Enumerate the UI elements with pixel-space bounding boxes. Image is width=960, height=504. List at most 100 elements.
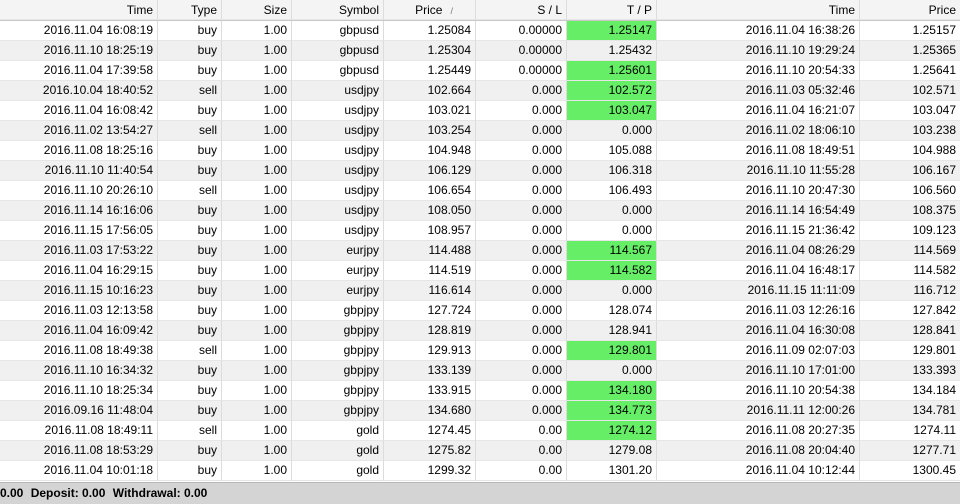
table-row[interactable]: 2016.11.04 16:08:42 buy 1.00 usdjpy 103.021 0…: [0, 101, 960, 121]
cell-open-price: 103.254: [384, 121, 476, 141]
column-header-sl[interactable]: S / L: [476, 0, 567, 20]
cell-open-time: 2016.11.08 18:49:38: [0, 341, 158, 361]
cell-close-price: 116.712: [860, 281, 960, 301]
column-header-size[interactable]: Size: [222, 0, 292, 20]
table-row[interactable]: 2016.11.14 16:16:06 buy 1.00 usdjpy 108.050 0…: [0, 201, 960, 221]
table-row[interactable]: 2016.11.08 18:25:16 buy 1.00 usdjpy 104.948 0…: [0, 141, 960, 161]
table-row[interactable]: 2016.11.04 10:01:18 buy 1.00 gold 1299.32 0.0…: [0, 461, 960, 481]
table-row[interactable]: 2016.11.04 16:09:42 buy 1.00 gbpjpy 128.819 0…: [0, 321, 960, 341]
cell-stop-loss: 0.000: [476, 141, 567, 161]
table-row[interactable]: 2016.11.15 17:56:05 buy 1.00 usdjpy 108.957 0…: [0, 221, 960, 241]
column-header-symbol[interactable]: Symbol: [292, 0, 384, 20]
cell-take-profit: 1.25147: [567, 21, 657, 41]
cell-close-time: 2016.11.03 05:32:46: [657, 81, 860, 101]
cell-close-price: 114.582: [860, 261, 960, 281]
cell-size: 1.00: [222, 441, 292, 461]
cell-stop-loss: 0.00: [476, 461, 567, 481]
cell-open-time: 2016.11.02 13:54:27: [0, 121, 158, 141]
cell-stop-loss: 0.000: [476, 161, 567, 181]
cell-symbol: gbpjpy: [292, 301, 384, 321]
cell-open-price: 102.664: [384, 81, 476, 101]
table-row[interactable]: 2016.11.04 17:39:58 buy 1.00 gbpusd 1.25449 0…: [0, 61, 960, 81]
cell-type: buy: [158, 301, 222, 321]
cell-symbol: eurjpy: [292, 261, 384, 281]
cell-open-time: 2016.09.16 11:48:04: [0, 401, 158, 421]
cell-open-price: 104.948: [384, 141, 476, 161]
cell-size: 1.00: [222, 361, 292, 381]
table-row[interactable]: 2016.10.04 18:40:52 sell 1.00 usdjpy 102.664…: [0, 81, 960, 101]
cell-open-time: 2016.10.04 18:40:52: [0, 81, 158, 101]
cell-take-profit: 128.074: [567, 301, 657, 321]
cell-take-profit: 114.567: [567, 241, 657, 261]
cell-size: 1.00: [222, 301, 292, 321]
column-header-time[interactable]: Time: [0, 0, 158, 20]
table-row[interactable]: 2016.11.10 11:40:54 buy 1.00 usdjpy 106.129 0…: [0, 161, 960, 181]
cell-close-time: 2016.11.09 02:07:03: [657, 341, 860, 361]
cell-open-price: 114.519: [384, 261, 476, 281]
cell-size: 1.00: [222, 41, 292, 61]
column-header-price-label: Price: [415, 3, 443, 17]
cell-open-time: 2016.11.08 18:25:16: [0, 141, 158, 161]
cell-open-time: 2016.11.10 18:25:19: [0, 41, 158, 61]
cell-close-price: 1274.11: [860, 421, 960, 441]
cell-stop-loss: 0.000: [476, 381, 567, 401]
table-row[interactable]: 2016.09.16 11:48:04 buy 1.00 gbpjpy 134.680 0…: [0, 401, 960, 421]
cell-open-time: 2016.11.04 16:09:42: [0, 321, 158, 341]
cell-open-time: 2016.11.08 18:53:29: [0, 441, 158, 461]
table-row[interactable]: 2016.11.10 16:34:32 buy 1.00 gbpjpy 133.139 0…: [0, 361, 960, 381]
table-row[interactable]: 2016.11.04 16:08:19 buy 1.00 gbpusd 1.25084 0…: [0, 21, 960, 41]
cell-stop-loss: 0.000: [476, 201, 567, 221]
cell-stop-loss: 0.00: [476, 421, 567, 441]
cell-close-price: 102.571: [860, 81, 960, 101]
cell-stop-loss: 0.000: [476, 341, 567, 361]
table-row[interactable]: 2016.11.03 12:13:58 buy 1.00 gbpjpy 127.724 0…: [0, 301, 960, 321]
cell-take-profit: 0.000: [567, 121, 657, 141]
cell-close-price: 1.25157: [860, 21, 960, 41]
table-row[interactable]: 2016.11.03 17:53:22 buy 1.00 eurjpy 114.488 0…: [0, 241, 960, 261]
table-row[interactable]: 2016.11.08 18:49:38 sell 1.00 gbpjpy 129.913…: [0, 341, 960, 361]
cell-type: buy: [158, 361, 222, 381]
table-row[interactable]: 2016.11.04 16:29:15 buy 1.00 eurjpy 114.519 0…: [0, 261, 960, 281]
cell-close-time: 2016.11.10 20:54:33: [657, 61, 860, 81]
table-row[interactable]: 2016.11.08 18:49:11 sell 1.00 gold 1274.45 0.…: [0, 421, 960, 441]
table-row[interactable]: 2016.11.10 18:25:34 buy 1.00 gbpjpy 133.915 0…: [0, 381, 960, 401]
cell-type: buy: [158, 161, 222, 181]
cell-symbol: usdjpy: [292, 181, 384, 201]
cell-close-time: 2016.11.10 20:54:38: [657, 381, 860, 401]
cell-take-profit: 106.318: [567, 161, 657, 181]
cell-close-price: 1.25641: [860, 61, 960, 81]
cell-close-time: 2016.11.10 11:55:28: [657, 161, 860, 181]
cell-symbol: gold: [292, 421, 384, 441]
cell-open-price: 116.614: [384, 281, 476, 301]
cell-type: buy: [158, 441, 222, 461]
column-header-close-time[interactable]: Time: [657, 0, 860, 20]
cell-size: 1.00: [222, 61, 292, 81]
cell-size: 1.00: [222, 221, 292, 241]
cell-open-price: 1.25449: [384, 61, 476, 81]
cell-close-price: 127.842: [860, 301, 960, 321]
column-header-price[interactable]: Price /: [384, 0, 476, 20]
column-header-type[interactable]: Type: [158, 0, 222, 20]
cell-open-time: 2016.11.10 20:26:10: [0, 181, 158, 201]
cell-take-profit: 129.801: [567, 341, 657, 361]
column-header-close-price[interactable]: Price: [860, 0, 960, 20]
cell-open-price: 1299.32: [384, 461, 476, 481]
table-row[interactable]: 2016.11.15 10:16:23 buy 1.00 eurjpy 116.614 0…: [0, 281, 960, 301]
table-row[interactable]: 2016.11.02 13:54:27 sell 1.00 usdjpy 103.254…: [0, 121, 960, 141]
cell-open-price: 114.488: [384, 241, 476, 261]
cell-stop-loss: 0.00000: [476, 21, 567, 41]
cell-stop-loss: 0.00000: [476, 61, 567, 81]
cell-size: 1.00: [222, 81, 292, 101]
column-header-tp[interactable]: T / P: [567, 0, 657, 20]
cell-type: buy: [158, 21, 222, 41]
cell-type: buy: [158, 241, 222, 261]
cell-size: 1.00: [222, 161, 292, 181]
cell-size: 1.00: [222, 141, 292, 161]
table-row[interactable]: 2016.11.10 18:25:19 buy 1.00 gbpusd 1.25304 0…: [0, 41, 960, 61]
cell-close-price: 1277.71: [860, 441, 960, 461]
cell-size: 1.00: [222, 281, 292, 301]
table-row[interactable]: 2016.11.08 18:53:29 buy 1.00 gold 1275.82 0.0…: [0, 441, 960, 461]
table-row[interactable]: 2016.11.10 20:26:10 sell 1.00 usdjpy 106.654…: [0, 181, 960, 201]
cell-close-price: 134.184: [860, 381, 960, 401]
cell-open-time: 2016.11.03 17:53:22: [0, 241, 158, 261]
